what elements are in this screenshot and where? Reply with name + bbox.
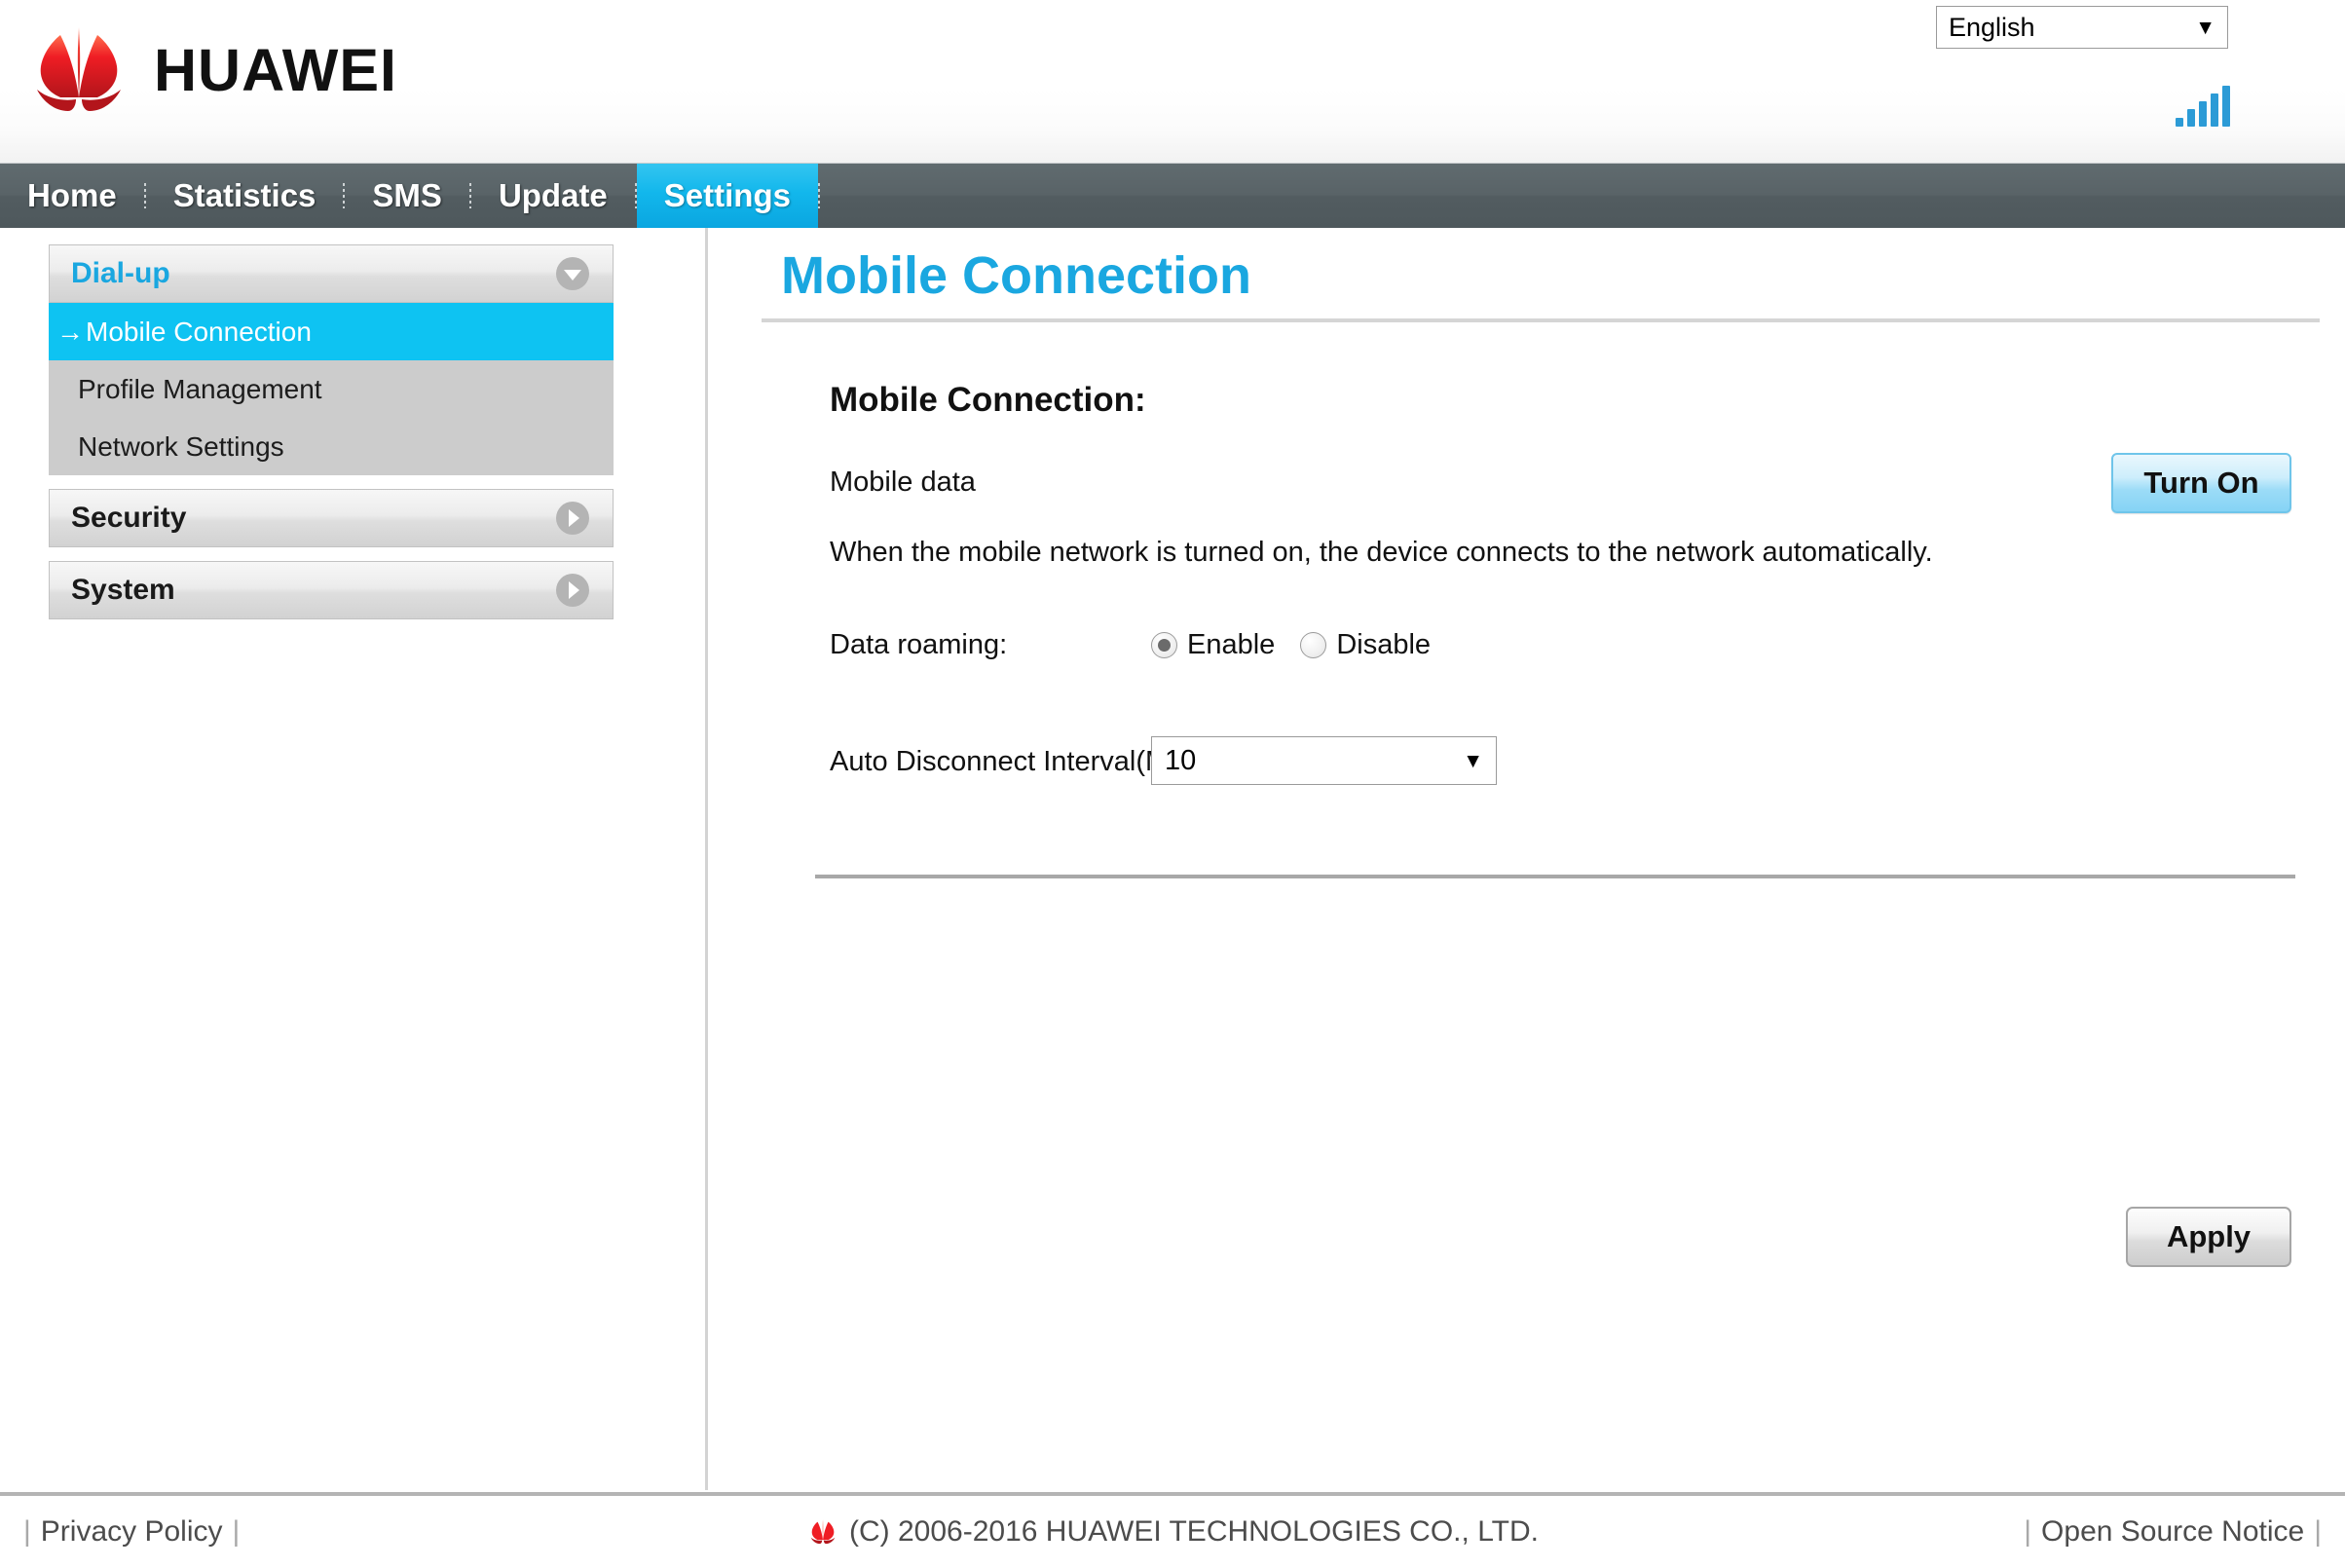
sidebar-item-label: Profile Management bbox=[78, 373, 322, 404]
footer-right: | Open Source Notice | bbox=[2014, 1515, 2331, 1549]
sidebar-item-label: Network Settings bbox=[78, 430, 284, 462]
footer-left: | Privacy Policy | bbox=[14, 1515, 249, 1549]
turn-on-button[interactable]: Turn On bbox=[2111, 453, 2291, 514]
footer-divider: | bbox=[232, 1515, 241, 1548]
data-roaming-radio-group: Enable Disable bbox=[1151, 619, 1431, 670]
sidebar-item-label: Mobile Connection bbox=[86, 316, 312, 347]
sidebar-group-security: Security bbox=[49, 489, 614, 547]
page-header: HUAWEI English ▼ bbox=[0, 0, 2345, 164]
footer-divider: | bbox=[2024, 1515, 2032, 1548]
footer-divider: | bbox=[2314, 1515, 2322, 1548]
radio-label-disable: Disable bbox=[1336, 628, 1432, 660]
chevron-down-icon: ▼ bbox=[2195, 16, 2215, 39]
radio-option-disable[interactable]: Disable bbox=[1300, 629, 1431, 661]
open-source-notice-link[interactable]: Open Source Notice bbox=[2041, 1515, 2304, 1549]
language-selector[interactable]: English ▼ bbox=[1936, 6, 2228, 49]
radio-selected-icon bbox=[1151, 631, 1177, 658]
nav-tab-settings[interactable]: Settings bbox=[636, 164, 818, 228]
huawei-flower-logo-small-icon bbox=[810, 1519, 836, 1545]
chevron-right-circle-icon bbox=[556, 502, 589, 535]
nav-tab-sms[interactable]: SMS bbox=[345, 164, 469, 228]
sidebar-item-mobile-connection[interactable]: → Mobile Connection bbox=[49, 303, 614, 360]
sidebar-group-label: Dial-up bbox=[71, 257, 170, 289]
sidebar-group-dialup: Dial-up → Mobile Connection Profile Mana… bbox=[49, 244, 614, 475]
sidebar-item-network-settings[interactable]: Network Settings bbox=[49, 418, 614, 475]
huawei-flower-logo-icon bbox=[37, 27, 121, 111]
mobile-data-description: When the mobile network is turned on, th… bbox=[830, 537, 1933, 569]
privacy-policy-link[interactable]: Privacy Policy bbox=[41, 1515, 223, 1549]
apply-button[interactable]: Apply bbox=[2126, 1207, 2291, 1267]
main-navigation: Home Statistics SMS Update Settings bbox=[0, 164, 2345, 228]
chevron-right-circle-icon bbox=[556, 574, 589, 607]
auto-disconnect-value: 10 bbox=[1165, 744, 1197, 776]
auto-disconnect-row: Auto Disconnect Interval(Min): 10 ▼ bbox=[830, 736, 2345, 787]
radio-label-enable: Enable bbox=[1187, 628, 1276, 660]
nav-tab-home[interactable]: Home bbox=[0, 164, 144, 228]
sidebar-group-label: System bbox=[71, 574, 175, 606]
settings-sidebar: Dial-up → Mobile Connection Profile Mana… bbox=[0, 228, 708, 1490]
language-value: English bbox=[1949, 12, 2035, 42]
radio-unselected-icon bbox=[1300, 631, 1327, 658]
copyright-text: (C) 2006-2016 HUAWEI TECHNOLOGIES CO., L… bbox=[849, 1515, 1539, 1548]
chevron-down-circle-icon bbox=[556, 257, 589, 290]
sidebar-group-label: Security bbox=[71, 502, 187, 534]
sidebar-group-header-dialup[interactable]: Dial-up bbox=[49, 244, 614, 303]
sidebar-group-header-security[interactable]: Security bbox=[49, 489, 614, 547]
sidebar-item-profile-management[interactable]: Profile Management bbox=[49, 360, 614, 418]
data-roaming-row: Data roaming: Enable Disable bbox=[830, 619, 2345, 670]
data-roaming-label: Data roaming: bbox=[830, 629, 1008, 661]
chevron-down-icon: ▼ bbox=[1463, 749, 1483, 772]
page-footer: | Privacy Policy | (C) 2006-2016 HUAWEI … bbox=[0, 1492, 2345, 1568]
brand-name: HUAWEI bbox=[154, 36, 397, 103]
brand-logo: HUAWEI bbox=[21, 21, 397, 119]
section-title: Mobile Connection: bbox=[830, 381, 1146, 420]
form-divider bbox=[815, 875, 2295, 879]
sidebar-sublist-dialup: → Mobile Connection Profile Management N… bbox=[49, 303, 614, 475]
nav-separator bbox=[817, 183, 820, 208]
main-panel: Mobile Connection Mobile Connection: Mob… bbox=[708, 228, 2345, 1490]
page-title: Mobile Connection bbox=[781, 246, 1251, 305]
radio-option-enable[interactable]: Enable bbox=[1151, 629, 1275, 661]
footer-divider: | bbox=[23, 1515, 31, 1548]
content-area: Dial-up → Mobile Connection Profile Mana… bbox=[0, 228, 2345, 1490]
selected-arrow-icon: → bbox=[56, 316, 84, 347]
nav-tab-update[interactable]: Update bbox=[471, 164, 635, 228]
sidebar-group-system: System bbox=[49, 561, 614, 619]
sidebar-group-header-system[interactable]: System bbox=[49, 561, 614, 619]
title-divider bbox=[762, 318, 2320, 323]
nav-tab-statistics[interactable]: Statistics bbox=[146, 164, 344, 228]
mobile-data-row: Mobile data Turn On bbox=[830, 453, 2345, 514]
signal-bars-icon bbox=[2176, 86, 2230, 127]
auto-disconnect-select[interactable]: 10 ▼ bbox=[1151, 736, 1497, 786]
footer-copyright: (C) 2006-2016 HUAWEI TECHNOLOGIES CO., L… bbox=[806, 1515, 1539, 1549]
